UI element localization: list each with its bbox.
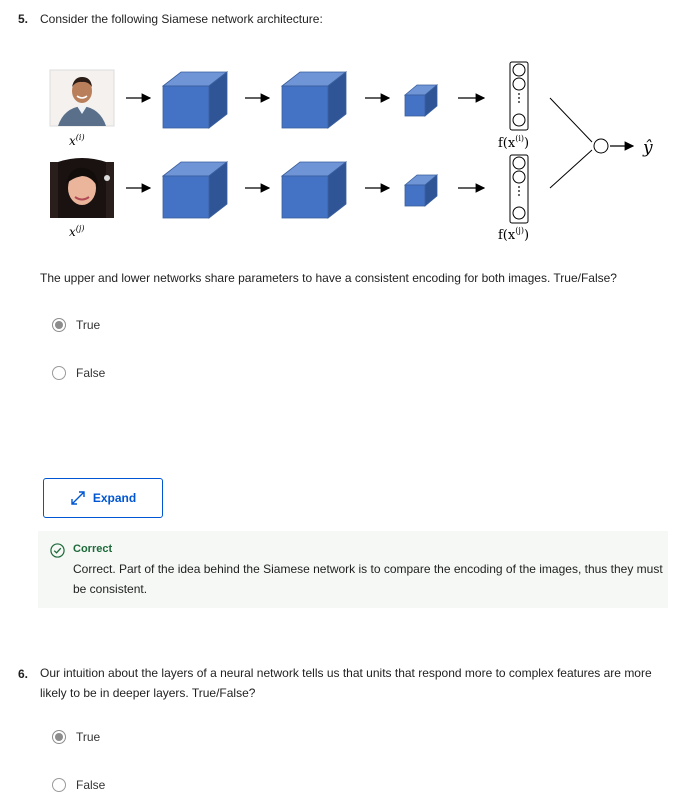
q5-option-true-label: True <box>76 318 101 332</box>
question-6-prompt: Our intuition about the layers of a neur… <box>40 666 652 700</box>
encoding-bottom-suffix: ) <box>524 228 529 243</box>
feedback-panel: Correct Correct. Part of the idea behind… <box>38 531 668 608</box>
output-unit <box>593 138 609 154</box>
q6-option-true[interactable]: True <box>52 730 100 744</box>
check-circle-icon <box>50 543 65 558</box>
output-y-hat: ŷ <box>642 138 653 158</box>
input-bottom-sup: (j) <box>76 224 85 233</box>
svg-text:x(j): x(j) <box>69 224 85 239</box>
expand-button[interactable]: Expand <box>43 478 163 518</box>
merge-line-bottom <box>549 149 593 189</box>
svg-text:f(x(j)): f(x(j)) <box>498 226 529 243</box>
siamese-network-figure: x(i) x(j) f(x(i)) f(x(j)) ŷ <box>40 58 680 253</box>
q6-option-false[interactable]: False <box>52 778 105 792</box>
face-photo-bottom <box>50 158 114 218</box>
svg-text:f(x(i)): f(x(i)) <box>498 134 529 151</box>
svg-text:x(i): x(i) <box>69 133 85 148</box>
feedback-text: Correct. Part of the idea behind the Sia… <box>73 562 663 596</box>
q6-radio-false[interactable] <box>52 778 66 792</box>
encoding-top-prefix: f(x <box>498 136 516 151</box>
question-6-number: 6. <box>18 667 29 681</box>
conv-block-bottom-2 <box>280 161 348 219</box>
conv-block-bottom-1 <box>161 161 229 219</box>
encoding-bottom-sup: (j) <box>515 226 524 235</box>
q5-option-false-label: False <box>76 366 106 380</box>
siamese-diagram: x(i) x(j) f(x(i)) f(x(j)) ŷ <box>49 61 653 243</box>
merge-line-top <box>549 97 593 143</box>
encoding-top-sup: (i) <box>515 134 524 143</box>
input-top-sup: (i) <box>76 133 85 142</box>
encoding-bottom-prefix: f(x <box>498 228 516 243</box>
encoding-vector-bottom <box>509 154 529 224</box>
question-5-description: The upper and lower networks share param… <box>40 271 617 285</box>
question-5-number: 5. <box>18 12 29 26</box>
q5-radio-false[interactable] <box>52 366 66 380</box>
q5-option-true[interactable]: True <box>52 318 100 332</box>
expand-icon <box>71 491 85 505</box>
conv-block-top-2 <box>280 71 348 129</box>
q5-radio-true[interactable] <box>52 318 66 332</box>
question-5-prompt: Consider the following Siamese network a… <box>40 12 323 26</box>
q6-option-false-label: False <box>76 778 106 792</box>
conv-block-bottom-3 <box>403 174 439 207</box>
q6-option-true-label: True <box>76 730 101 744</box>
conv-block-top-3 <box>403 84 439 117</box>
encoding-vector-top <box>509 61 529 131</box>
face-photo-top <box>49 69 115 127</box>
conv-block-top-1 <box>161 71 229 129</box>
q5-option-false[interactable]: False <box>52 366 105 380</box>
q6-radio-true[interactable] <box>52 730 66 744</box>
expand-label: Expand <box>92 491 137 505</box>
feedback-title: Correct <box>73 543 113 555</box>
encoding-top-suffix: ) <box>524 136 529 151</box>
